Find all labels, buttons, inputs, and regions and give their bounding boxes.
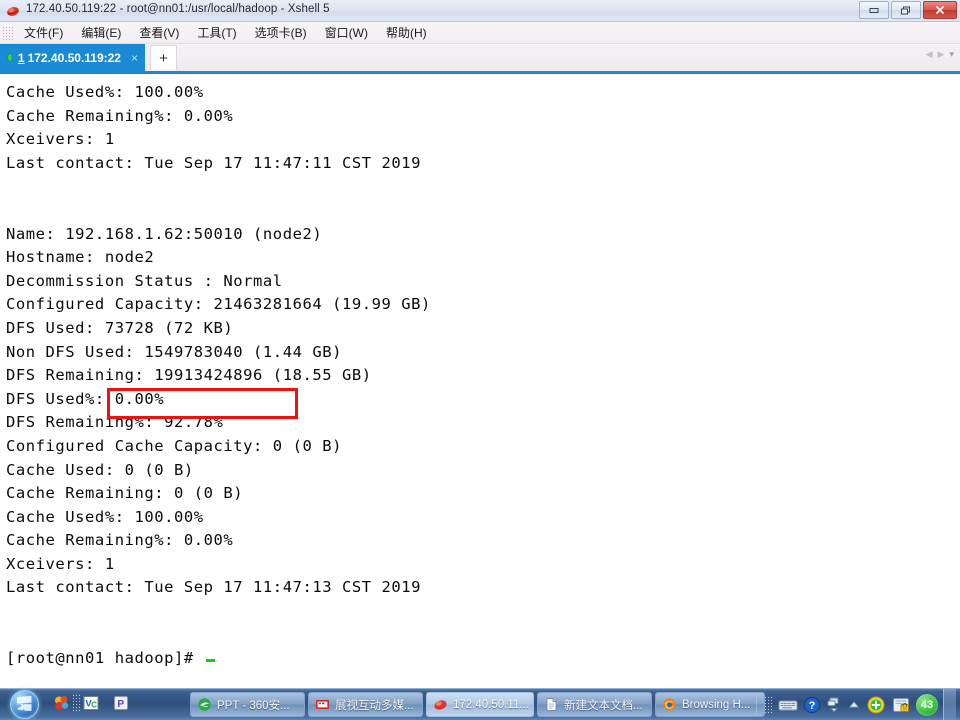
- terminal-line: DFS Remaining: 19913424896 (18.55 GB): [6, 366, 372, 385]
- terminal-line: DFS Used%: 0.00%: [6, 389, 165, 408]
- tab-label: 172.40.50.119:22: [27, 50, 121, 65]
- terminal-prompt-line: [root@nn01 hadoop]#: [6, 647, 431, 671]
- task-label: Browsing H...: [682, 698, 751, 711]
- xshell-window: 172.40.50.119:22 - root@nn01:/usr/local/…: [0, 0, 960, 720]
- tray-security-icon[interactable]: [891, 695, 911, 715]
- tab-scroll-right-icon[interactable]: ▶: [938, 49, 945, 60]
- minimize-button[interactable]: [859, 1, 889, 19]
- tab-close-icon[interactable]: ×: [131, 51, 138, 65]
- task-zhanshi[interactable]: 展视互动多媒...: [308, 692, 423, 717]
- menu-window[interactable]: 窗口(W): [316, 22, 377, 43]
- video-icon: [314, 697, 330, 713]
- task-label: 172.40.50.11...: [453, 698, 528, 711]
- tab-bar: 1 172.40.50.119:22 × + ◀ ▶ ▾: [0, 44, 960, 74]
- menu-view[interactable]: 查看(V): [130, 22, 188, 43]
- shell-prompt: [root@nn01 hadoop]#: [6, 649, 204, 668]
- windows-logo-icon: [9, 690, 39, 719]
- tab-session-1[interactable]: 1 172.40.50.119:22 ×: [0, 44, 145, 71]
- task-xshell[interactable]: 172.40.50.11...: [426, 692, 534, 717]
- svg-text:C: C: [91, 701, 97, 710]
- notepad-icon: [543, 697, 559, 713]
- menu-file[interactable]: 文件(F): [15, 22, 72, 43]
- ql-icon-browser[interactable]: [52, 693, 72, 713]
- connection-status-icon: [8, 54, 12, 61]
- task-firefox[interactable]: Browsing H...: [655, 692, 765, 717]
- task-label: PPT - 360安...: [217, 699, 290, 712]
- tab-scroll-left-icon[interactable]: ◀: [926, 49, 933, 60]
- terminal-line: Last contact: Tue Sep 17 11:47:13 CST 20…: [6, 578, 422, 597]
- quick-launch-bar: V C P: [52, 693, 131, 713]
- terminal-line: Non DFS Used: 1549783040 (1.44 GB): [6, 342, 342, 361]
- menu-help[interactable]: 帮助(H): [377, 22, 436, 43]
- firefox-icon: [661, 697, 677, 713]
- tab-index: 1: [17, 50, 25, 65]
- terminal-line: Xceivers: 1: [6, 130, 115, 149]
- terminal-line: Configured Capacity: 21463281664 (19.99 …: [6, 295, 431, 314]
- task-label: 新建文本文档...: [564, 699, 643, 712]
- xshell-icon: [6, 4, 20, 18]
- ql-grip-handle[interactable]: [72, 694, 81, 712]
- tray-divider: [756, 694, 757, 715]
- terminal-line: DFS Remaining%: 92.78%: [6, 413, 224, 432]
- start-button[interactable]: [4, 689, 44, 720]
- terminal-line: Decommission Status : Normal: [6, 271, 283, 290]
- terminal-line: Cache Used%: 100.00%: [6, 507, 204, 526]
- terminal-line: Hostname: node2: [6, 248, 155, 267]
- tray-notification-badge[interactable]: 43: [916, 693, 938, 716]
- terminal-line: DFS Used: 73728 (72 KB): [6, 318, 234, 337]
- close-button[interactable]: [923, 1, 957, 19]
- terminal-line: Cache Used: 0 (0 B): [6, 460, 194, 479]
- tray-help-icon[interactable]: ?: [803, 696, 821, 714]
- tray-show-hidden-icon[interactable]: [847, 699, 861, 711]
- windows-taskbar: V C P PPT - 360安... 展视互动多媒... 172.40.50.…: [0, 688, 960, 720]
- menu-tools[interactable]: 工具(T): [188, 22, 245, 43]
- terminal-output-area[interactable]: Cache Used%: 100.00% Cache Remaining%: 0.…: [0, 77, 960, 688]
- svg-text:?: ?: [809, 700, 816, 712]
- task-label: 展视互动多媒...: [335, 699, 414, 712]
- new-tab-button[interactable]: +: [150, 45, 177, 70]
- terminal-line: Xceivers: 1: [6, 554, 115, 573]
- terminal-line: Cache Remaining%: 0.00%: [6, 106, 234, 125]
- window-title: 172.40.50.119:22 - root@nn01:/usr/local/…: [26, 3, 330, 15]
- tab-dropdown-icon[interactable]: ▾: [949, 49, 954, 60]
- show-desktop-button[interactable]: [943, 689, 956, 720]
- tray-keyboard-icon[interactable]: [778, 698, 798, 712]
- restore-button[interactable]: [891, 1, 921, 19]
- terminal-line: Cache Used%: 100.00%: [6, 83, 204, 101]
- window-controls: [859, 1, 957, 19]
- system-tray: ? 43: [754, 689, 960, 720]
- tab-scroll-controls: ◀ ▶ ▾: [926, 49, 954, 60]
- text-cursor: [205, 659, 215, 663]
- ie-icon: [196, 697, 212, 713]
- title-bar: 172.40.50.119:22 - root@nn01:/usr/local/…: [0, 0, 960, 22]
- terminal-line: Name: 192.168.1.62:50010 (node2): [6, 224, 323, 243]
- menu-bar: 文件(F) 编辑(E) 查看(V) 工具(T) 选项卡(B) 窗口(W) 帮助(…: [0, 22, 960, 44]
- tray-update-icon[interactable]: [866, 695, 886, 715]
- task-ppt-360[interactable]: PPT - 360安...: [190, 692, 305, 717]
- ql-icon-vc[interactable]: V C: [81, 693, 101, 713]
- ql-icon-p[interactable]: P: [111, 693, 131, 713]
- menu-grip-handle[interactable]: [3, 24, 13, 41]
- tray-network-icon[interactable]: [826, 696, 842, 714]
- terminal-line: Last contact: Tue Sep 17 11:47:11 CST 20…: [6, 153, 422, 172]
- terminal-text: Cache Used%: 100.00% Cache Remaining%: 0.…: [6, 81, 431, 671]
- menu-edit[interactable]: 编辑(E): [72, 22, 130, 43]
- xshell-icon: [432, 697, 448, 713]
- svg-text:P: P: [117, 699, 124, 710]
- terminal-line: Cache Remaining%: 0.00%: [6, 531, 234, 550]
- tray-grip[interactable]: [764, 695, 773, 714]
- terminal-line: Cache Remaining: 0 (0 B): [6, 484, 244, 503]
- terminal-line: Configured Cache Capacity: 0 (0 B): [6, 436, 342, 455]
- task-notepad[interactable]: 新建文本文档...: [537, 692, 652, 717]
- menu-tabs[interactable]: 选项卡(B): [246, 22, 316, 43]
